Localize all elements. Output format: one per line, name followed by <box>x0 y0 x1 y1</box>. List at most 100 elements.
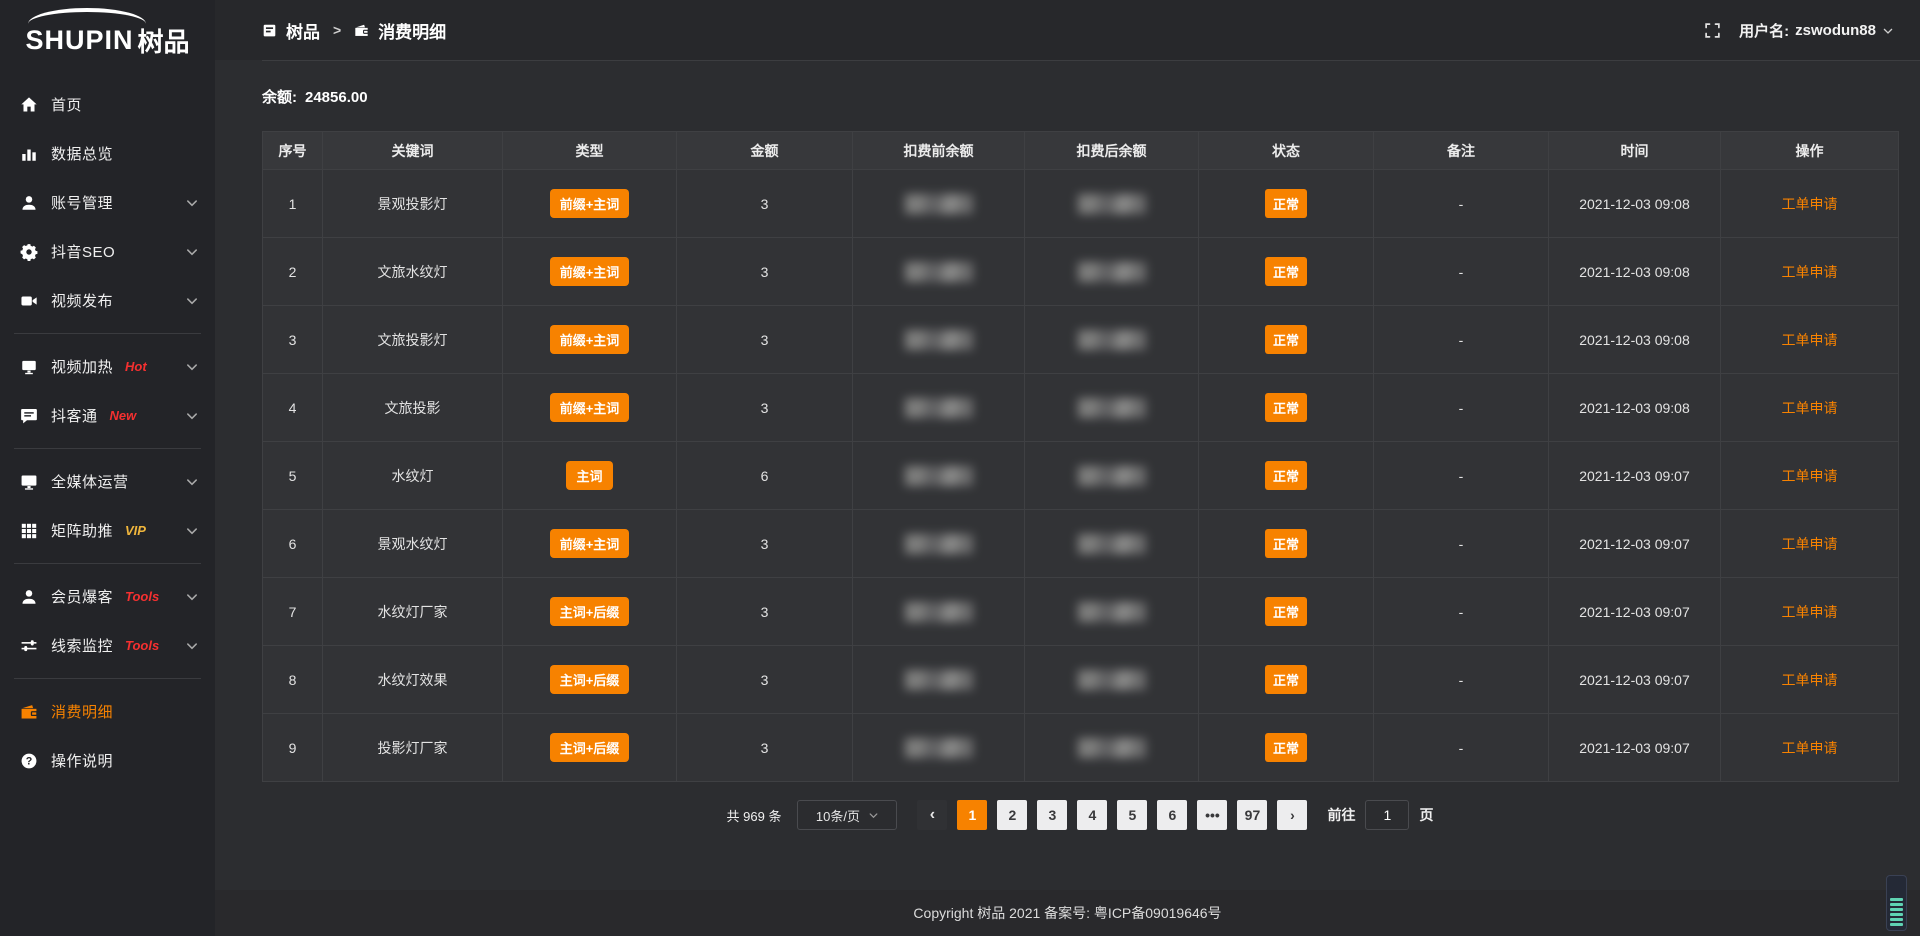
work-order-link[interactable]: 工单申请 <box>1782 740 1838 756</box>
cell-type: 前缀+主词 <box>503 510 677 578</box>
chevron-down-icon <box>185 475 199 489</box>
page-4-button[interactable]: 4 <box>1077 800 1107 830</box>
sidebar-item-8[interactable]: 全媒体运营 <box>0 457 215 506</box>
column-header: 时间 <box>1549 132 1721 170</box>
cell-keyword: 水纹灯厂家 <box>323 578 503 646</box>
user-icon <box>20 194 38 212</box>
masked-value <box>1078 398 1146 418</box>
page-ellipsis-button[interactable]: ••• <box>1197 800 1227 830</box>
main-content: 余额:24856.00 序号关键词类型金额扣费前余额扣费后余额状态备注时间操作 … <box>215 60 1920 890</box>
logo-arc-decoration <box>28 8 146 24</box>
cell-balance-before <box>853 170 1025 238</box>
cell-balance-after <box>1025 238 1199 306</box>
breadcrumb-separator: > <box>333 22 341 38</box>
previous-page-button[interactable]: ‹ <box>917 800 947 830</box>
work-order-link[interactable]: 工单申请 <box>1782 604 1838 620</box>
breadcrumb-item-home[interactable]: 树品 <box>286 18 320 43</box>
sidebar-item-label: 账号管理 <box>51 192 113 213</box>
fullscreen-icon[interactable] <box>1704 22 1721 39</box>
work-order-link[interactable]: 工单申请 <box>1782 672 1838 688</box>
sidebar-item-11[interactable]: 线索监控Tools <box>0 621 215 670</box>
cell-remark: - <box>1374 238 1549 306</box>
cell-index: 1 <box>263 170 323 238</box>
cell-status: 正常 <box>1199 238 1374 306</box>
sidebar-item-tag: Hot <box>125 359 147 374</box>
sidebar-item-label: 视频加热 <box>51 356 113 377</box>
work-order-link[interactable]: 工单申请 <box>1782 332 1838 348</box>
cell-amount: 3 <box>677 646 853 714</box>
page-size-select[interactable]: 10条/页 <box>797 800 897 830</box>
page-5-button[interactable]: 5 <box>1117 800 1147 830</box>
work-order-link[interactable]: 工单申请 <box>1782 400 1838 416</box>
work-order-link[interactable]: 工单申请 <box>1782 536 1838 552</box>
work-order-link[interactable]: 工单申请 <box>1782 196 1838 212</box>
masked-value <box>1078 738 1146 758</box>
masked-value <box>1078 194 1146 214</box>
sidebar-item-3[interactable]: 账号管理 <box>0 178 215 227</box>
page-number-group: 123456 ••• 97 <box>957 800 1267 830</box>
chevron-down-icon <box>185 409 199 423</box>
cell-balance-before <box>853 646 1025 714</box>
sidebar-item-5[interactable]: 视频发布 <box>0 276 215 325</box>
type-badge: 主词+后缀 <box>550 597 630 626</box>
sidebar-item-13[interactable]: ?操作说明 <box>0 736 215 785</box>
sidebar-item-label: 矩阵助推 <box>51 520 113 541</box>
type-badge: 前缀+主词 <box>550 393 630 422</box>
cell-amount: 6 <box>677 442 853 510</box>
sidebar-item-12[interactable]: 消费明细 <box>0 687 215 736</box>
cell-index: 3 <box>263 306 323 374</box>
sidebar-item-1[interactable]: 首页 <box>0 80 215 129</box>
table-row: 7水纹灯厂家主词+后缀3正常-2021-12-03 09:07工单申请 <box>263 578 1899 646</box>
cell-keyword: 文旅投影 <box>323 374 503 442</box>
jump-page-input[interactable] <box>1365 800 1409 830</box>
chart-icon <box>20 145 38 163</box>
cell-status: 正常 <box>1199 510 1374 578</box>
page-97-button[interactable]: 97 <box>1237 800 1267 830</box>
sidebar-item-label: 抖客通 <box>51 405 98 426</box>
jump-suffix: 页 <box>1419 805 1433 825</box>
masked-value <box>905 602 973 622</box>
status-badge: 正常 <box>1265 257 1307 286</box>
type-badge: 前缀+主词 <box>550 189 630 218</box>
page-6-button[interactable]: 6 <box>1157 800 1187 830</box>
balance-label: 余额: <box>262 89 297 106</box>
cell-type: 前缀+主词 <box>503 170 677 238</box>
cell-status: 正常 <box>1199 306 1374 374</box>
masked-value <box>905 194 973 214</box>
sidebar-item-label: 操作说明 <box>51 750 113 771</box>
work-order-link[interactable]: 工单申请 <box>1782 468 1838 484</box>
page-2-button[interactable]: 2 <box>997 800 1027 830</box>
type-badge: 主词+后缀 <box>550 665 630 694</box>
cell-remark: - <box>1374 170 1549 238</box>
cell-amount: 3 <box>677 510 853 578</box>
pagination: 共 969 条 10条/页 ‹ 123456•••97 › 前往 页 <box>262 800 1898 830</box>
sidebar-item-9[interactable]: 矩阵助推VIP <box>0 506 215 555</box>
page-3-button[interactable]: 3 <box>1037 800 1067 830</box>
username-label: 用户名: <box>1739 20 1789 41</box>
sidebar-item-4[interactable]: 抖音SEO <box>0 227 215 276</box>
sidebar-item-label: 抖音SEO <box>51 241 115 262</box>
column-header: 备注 <box>1374 132 1549 170</box>
sidebar-divider <box>14 448 201 449</box>
masked-value <box>1078 262 1146 282</box>
cell-index: 7 <box>263 578 323 646</box>
sidebar-item-10[interactable]: 会员爆客Tools <box>0 572 215 621</box>
chevron-down-icon <box>185 590 199 604</box>
sidebar-item-7[interactable]: 抖客通New <box>0 391 215 440</box>
chevron-down-icon <box>185 639 199 653</box>
table-row: 2文旅水纹灯前缀+主词3正常-2021-12-03 09:08工单申请 <box>263 238 1899 306</box>
user-menu[interactable]: 用户名: zswodun88 <box>1739 20 1894 41</box>
sidebar-item-6[interactable]: 视频加热 Hot <box>0 342 215 391</box>
cell-keyword: 景观水纹灯 <box>323 510 503 578</box>
chat-icon <box>20 407 38 425</box>
next-page-button[interactable]: › <box>1277 800 1307 830</box>
corner-widget[interactable] <box>1886 875 1907 931</box>
sidebar-item-2[interactable]: 数据总览 <box>0 129 215 178</box>
logo-text-en: SHUPIN <box>25 25 133 56</box>
masked-value <box>1078 670 1146 690</box>
cell-remark: - <box>1374 578 1549 646</box>
page-1-button[interactable]: 1 <box>957 800 987 830</box>
jump-label: 前往 <box>1327 805 1355 825</box>
table-row: 4文旅投影前缀+主词3正常-2021-12-03 09:08工单申请 <box>263 374 1899 442</box>
work-order-link[interactable]: 工单申请 <box>1782 264 1838 280</box>
